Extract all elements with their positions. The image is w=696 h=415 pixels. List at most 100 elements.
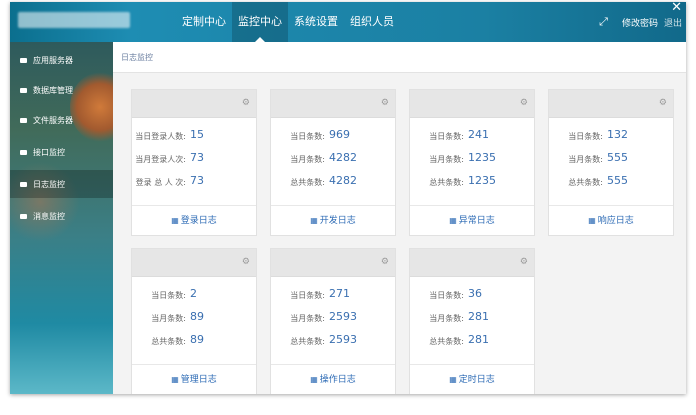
stat-value: 2 xyxy=(190,287,197,300)
card-row: 当月登录人次: 73 xyxy=(132,150,256,170)
card-footer-link[interactable]: ▦ 开发日志 xyxy=(271,205,395,235)
card-row: 当日登录人数: 15 xyxy=(132,127,256,147)
card-header: ⚙ xyxy=(271,90,395,118)
gear-icon[interactable]: ⚙ xyxy=(381,98,389,108)
gear-icon[interactable]: ⚙ xyxy=(659,98,667,108)
card-footer-link[interactable]: ▦ 登录日志 xyxy=(132,205,256,235)
card-row: 当月条数: 89 xyxy=(132,309,256,329)
app-logo xyxy=(18,12,130,28)
stat-label: 当月条数: xyxy=(151,314,186,323)
stat-label: 总共条数: xyxy=(290,178,325,187)
stat-value: 241 xyxy=(468,128,489,141)
stat-value: 2593 xyxy=(329,310,357,323)
card-footer-label: 登录日志 xyxy=(180,216,217,226)
sidebar-item-app-server[interactable]: 应用服务器 xyxy=(10,46,113,74)
card-row: 当月条数: 4282 xyxy=(271,150,395,170)
card-row: 当月条数: 281 xyxy=(410,309,534,329)
gear-icon[interactable]: ⚙ xyxy=(242,257,250,267)
breadcrumb-bar: 日志监控 xyxy=(113,42,686,73)
grid-icon: ▦ xyxy=(171,375,179,384)
log-card-management: ⚙ 当日条数: 2 当月条数: 89 总共条数: 89 ▦ 管理日志 xyxy=(131,248,257,394)
message-icon xyxy=(20,213,27,219)
card-row: 当日条数: 2 xyxy=(132,286,256,306)
card-footer-link[interactable]: ▦ 定时日志 xyxy=(410,364,534,394)
card-footer-label: 响应日志 xyxy=(597,216,634,226)
card-row: 总共条数: 2593 xyxy=(271,332,395,352)
card-footer-label: 开发日志 xyxy=(319,216,356,226)
breadcrumb: 日志监控 xyxy=(121,53,153,62)
stat-label: 当日登录人数: xyxy=(135,132,186,141)
close-icon[interactable]: ✕ xyxy=(671,2,682,15)
gear-icon[interactable]: ⚙ xyxy=(520,257,528,267)
card-header: ⚙ xyxy=(410,90,534,118)
stat-value: 555 xyxy=(607,151,628,164)
gear-icon[interactable]: ⚙ xyxy=(242,98,250,108)
card-footer-label: 管理日志 xyxy=(180,375,217,385)
stat-value: 89 xyxy=(190,310,204,323)
sidebar-item-file-server[interactable]: 文件服务器 xyxy=(10,106,113,134)
stat-label: 当日条数: xyxy=(151,291,186,300)
card-footer-label: 定时日志 xyxy=(458,375,495,385)
nav-item-org-staff[interactable]: 组织人员 xyxy=(344,2,400,42)
log-card-operation: ⚙ 当日条数: 271 当月条数: 2593 总共条数: 2593 ▦ 操作日志 xyxy=(270,248,396,394)
card-row: 当日条数: 271 xyxy=(271,286,395,306)
stat-value: 15 xyxy=(190,128,204,141)
card-footer-link[interactable]: ▦ 操作日志 xyxy=(271,364,395,394)
stat-label: 当日条数: xyxy=(568,132,603,141)
sidebar-item-label: 日志监控 xyxy=(33,179,65,189)
grid-icon: ▦ xyxy=(588,216,596,225)
gear-icon[interactable]: ⚙ xyxy=(520,98,528,108)
sidebar-item-label: 消息监控 xyxy=(33,211,65,221)
stat-value: 555 xyxy=(607,174,628,187)
sidebar-item-interface-monitor[interactable]: 接口监控 xyxy=(10,138,113,166)
grid-icon: ▦ xyxy=(449,216,457,225)
card-footer-link[interactable]: ▦ 异常日志 xyxy=(410,205,534,235)
card-header: ⚙ xyxy=(410,249,534,277)
log-card-exception: ⚙ 当日条数: 241 当月条数: 1235 总共条数: 1235 ▦ 异常日志 xyxy=(409,89,535,236)
card-row: 当日条数: 241 xyxy=(410,127,534,147)
stat-label: 当月条数: xyxy=(290,314,325,323)
sidebar-item-label: 接口监控 xyxy=(33,147,65,157)
nav-item-system-settings[interactable]: 系统设置 xyxy=(288,2,344,42)
card-row: 总共条数: 555 xyxy=(549,173,673,193)
stat-value: 281 xyxy=(468,310,489,323)
grid-icon: ▦ xyxy=(310,216,318,225)
card-header: ⚙ xyxy=(132,90,256,118)
database-icon xyxy=(20,87,27,93)
stat-label: 当月登录人次: xyxy=(135,155,186,164)
gear-icon[interactable]: ⚙ xyxy=(381,257,389,267)
app-window: 定制中心 监控中心 系统设置 组织人员 ⤢ 修改密码 退出 ✕ 应用服务器 数据… xyxy=(10,2,686,394)
nav-item-custom-center[interactable]: 定制中心 xyxy=(176,2,232,42)
card-footer-link[interactable]: ▦ 响应日志 xyxy=(549,205,673,235)
card-row: 总共条数: 281 xyxy=(410,332,534,352)
stat-value: 1235 xyxy=(468,151,496,164)
card-row: 总共条数: 89 xyxy=(132,332,256,352)
interface-icon xyxy=(20,149,27,155)
stat-label: 当月条数: xyxy=(290,155,325,164)
stat-value: 281 xyxy=(468,333,489,346)
sidebar-item-message-monitor[interactable]: 消息监控 xyxy=(10,202,113,230)
sidebar-item-database[interactable]: 数据库管理 xyxy=(10,76,113,104)
nav-item-monitor-center[interactable]: 监控中心 xyxy=(232,2,288,42)
card-footer-link[interactable]: ▦ 管理日志 xyxy=(132,364,256,394)
top-bar: 定制中心 监控中心 系统设置 组织人员 ⤢ 修改密码 退出 ✕ xyxy=(10,2,686,42)
stat-value: 4282 xyxy=(329,151,357,164)
log-icon xyxy=(20,181,27,187)
stat-label: 当日条数: xyxy=(429,132,464,141)
stat-value: 271 xyxy=(329,287,350,300)
stat-label: 当月条数: xyxy=(429,155,464,164)
grid-icon: ▦ xyxy=(171,216,179,225)
stat-value: 132 xyxy=(607,128,628,141)
change-password-link[interactable]: 修改密码 xyxy=(622,16,658,29)
card-row: 当日条数: 132 xyxy=(549,127,673,147)
fullscreen-icon[interactable]: ⤢ xyxy=(599,15,608,29)
sidebar-item-log-monitor[interactable]: 日志监控 xyxy=(10,170,113,198)
card-row: 当月条数: 555 xyxy=(549,150,673,170)
card-footer-label: 异常日志 xyxy=(458,216,495,226)
stat-value: 969 xyxy=(329,128,350,141)
stat-value: 89 xyxy=(190,333,204,346)
logout-link[interactable]: 退出 xyxy=(664,16,682,29)
stat-label: 当日条数: xyxy=(290,291,325,300)
card-row: 当日条数: 36 xyxy=(410,286,534,306)
file-server-icon xyxy=(20,117,27,123)
